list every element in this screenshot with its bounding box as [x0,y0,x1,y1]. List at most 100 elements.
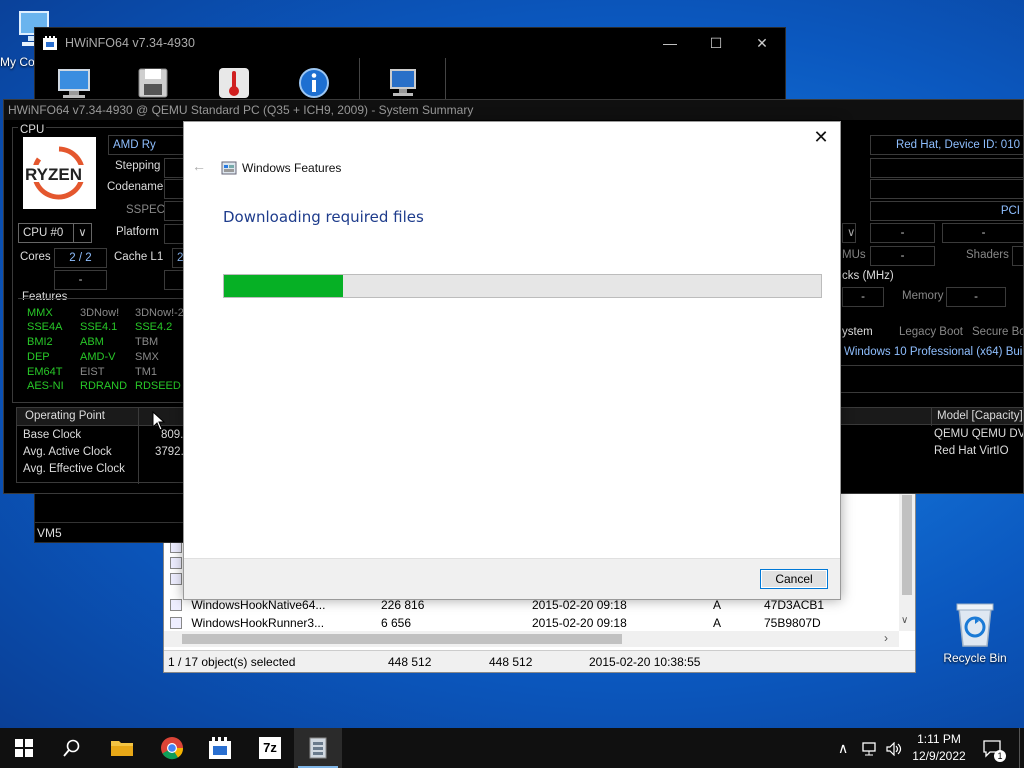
gpu-value-field: - [942,223,1023,243]
shaders-label: Shaders [966,249,1009,261]
column-divider [138,426,139,484]
drive-item: Red Hat VirtIO [934,445,1009,457]
taskbar-7zip[interactable]: 7z [246,728,294,768]
7zip-icon: 7z [259,737,281,759]
clocks-label: cks (MHz) [842,270,894,282]
stepping-label: Stepping [115,160,161,172]
taskbar-chrome[interactable] [148,728,196,768]
shaders-field [1012,246,1023,266]
cpu-name-field: AMD Ry [108,135,186,155]
toolbar [35,58,785,103]
taskbar-windows-features[interactable] [294,728,342,768]
feature-flag: TM1 [135,366,157,378]
secure-boot-label: Secure Boo [972,326,1023,338]
search-button[interactable] [48,728,96,768]
cores-field: 2 / 2 [54,248,107,268]
table-row[interactable]: WindowsHookRunner3... 6 656 2015-02-20 0… [170,614,900,632]
taskbar-file-explorer[interactable] [98,728,146,768]
feature-flag: AMD-V [80,351,116,363]
column-divider [138,408,139,426]
chevron-down-icon[interactable]: ∨ [73,224,91,242]
cancel-button[interactable]: Cancel [760,569,828,589]
folder-icon [111,741,133,756]
file-crc: 75B9807D [764,616,821,630]
window-title: HWiNFO64 v7.34-4930 [65,36,195,50]
windows-features-dialog: ✕ ← Windows Features Downloading require… [183,121,841,600]
start-button[interactable] [0,728,48,768]
summary-title-bar: HWiNFO64 v7.34-4930 @ QEMU Standard PC (… [4,100,1023,120]
feature-flag: 3DNow! [80,307,120,319]
gpu-select-dropdown[interactable]: ∨ [842,223,856,243]
back-arrow-icon[interactable]: ← [192,158,206,174]
close-button[interactable]: ✕ [739,28,785,58]
recycle-bin-label: Recycle Bin [943,651,1007,665]
taskbar-clock[interactable]: 1:11 PM 12/9/2022 [906,731,972,765]
taskbar-hwinfo[interactable] [196,728,244,768]
feature-flag: SMX [135,351,159,363]
speaker-icon [886,741,902,757]
maximize-button[interactable]: ☐ [693,28,739,58]
ryzen-logo: RYZEN [23,137,96,209]
column-divider [931,408,932,426]
status-date: 2015-02-20 10:38:55 [589,655,701,669]
status-packed-size: 448 512 [489,655,533,669]
feature-flag: EIST [80,366,105,378]
scrollbar-thumb[interactable] [902,495,912,595]
feature-flag: SSE4.1 [80,321,118,333]
cache-l1-label: Cache L1 [114,251,164,263]
windows-features-icon [221,161,237,175]
sspec-label: SSPEC [126,204,165,216]
vertical-scrollbar[interactable]: ∨ [899,491,915,631]
file-name: WindowsHookNative64... [191,598,326,612]
close-button[interactable]: ✕ [808,126,834,148]
summary-computer-icon[interactable] [57,66,91,100]
network-monitor-icon[interactable] [387,66,421,100]
compute-units-field: - [870,246,935,266]
features-grid: MMX 3DNow! 3DNow!-2 SSE4A SSE4.1 SSE4.2 … [18,298,186,398]
network-icon[interactable] [862,728,878,768]
about-info-icon[interactable] [297,66,331,100]
hwinfo-app-icon [209,737,231,759]
chevron-down-icon: ∨ [847,227,856,239]
notification-center-button[interactable]: 1 [982,728,1006,768]
volume-icon[interactable] [886,728,902,768]
feature-flag: DEP [27,351,50,363]
memory-label: Memory [902,290,944,302]
selection-status: 1 / 17 object(s) selected [168,655,296,669]
scrollbar-thumb[interactable] [182,634,622,644]
codename-label: Codename [107,181,164,193]
feature-flag: 3DNow!-2 [135,307,184,319]
chrome-icon [161,737,184,760]
gpu-bus-field: PCI [870,201,1023,221]
file-name: WindowsHookRunner3... [191,616,325,630]
mouse-cursor-icon [152,411,166,431]
model-header: Model [Capacity] [937,410,1023,422]
chevron-up-icon[interactable]: ∧ [838,728,848,768]
gpu-clock-field: - [842,287,884,307]
horizontal-scrollbar[interactable]: › [164,631,899,647]
feature-flag: RDRAND [80,380,128,392]
drives-header-row: Model [Capacity] [840,407,1023,426]
network-icon-glyph [862,742,876,756]
file-icon [170,573,182,585]
notification-count-badge: 1 [994,750,1006,762]
chevron-down-icon[interactable]: ∨ [901,615,908,626]
op-header: Operating Point [25,410,105,422]
chevron-right-icon[interactable]: › [884,631,888,645]
file-icon [170,557,182,569]
cores-extra-field: - [54,270,107,290]
file-icon [170,617,182,629]
os-label: ystem [842,326,873,338]
clock-time: 1:11 PM [917,732,961,746]
minimize-button[interactable]: — [647,28,693,58]
feature-flag: RDSEED [135,380,181,392]
file-modified: 2015-02-20 09:18 [532,616,627,630]
sensors-thermometer-icon[interactable] [217,66,251,100]
recycle-bin-desktop-icon[interactable]: Recycle Bin [940,600,1010,672]
save-report-icon[interactable] [136,66,170,100]
file-size: 6 656 [381,616,412,630]
show-desktop-button[interactable] [1019,728,1020,768]
progress-fill [224,275,344,297]
cores-label: Cores [20,251,51,263]
cpu-select-dropdown[interactable]: CPU #0 ∨ [18,223,92,243]
